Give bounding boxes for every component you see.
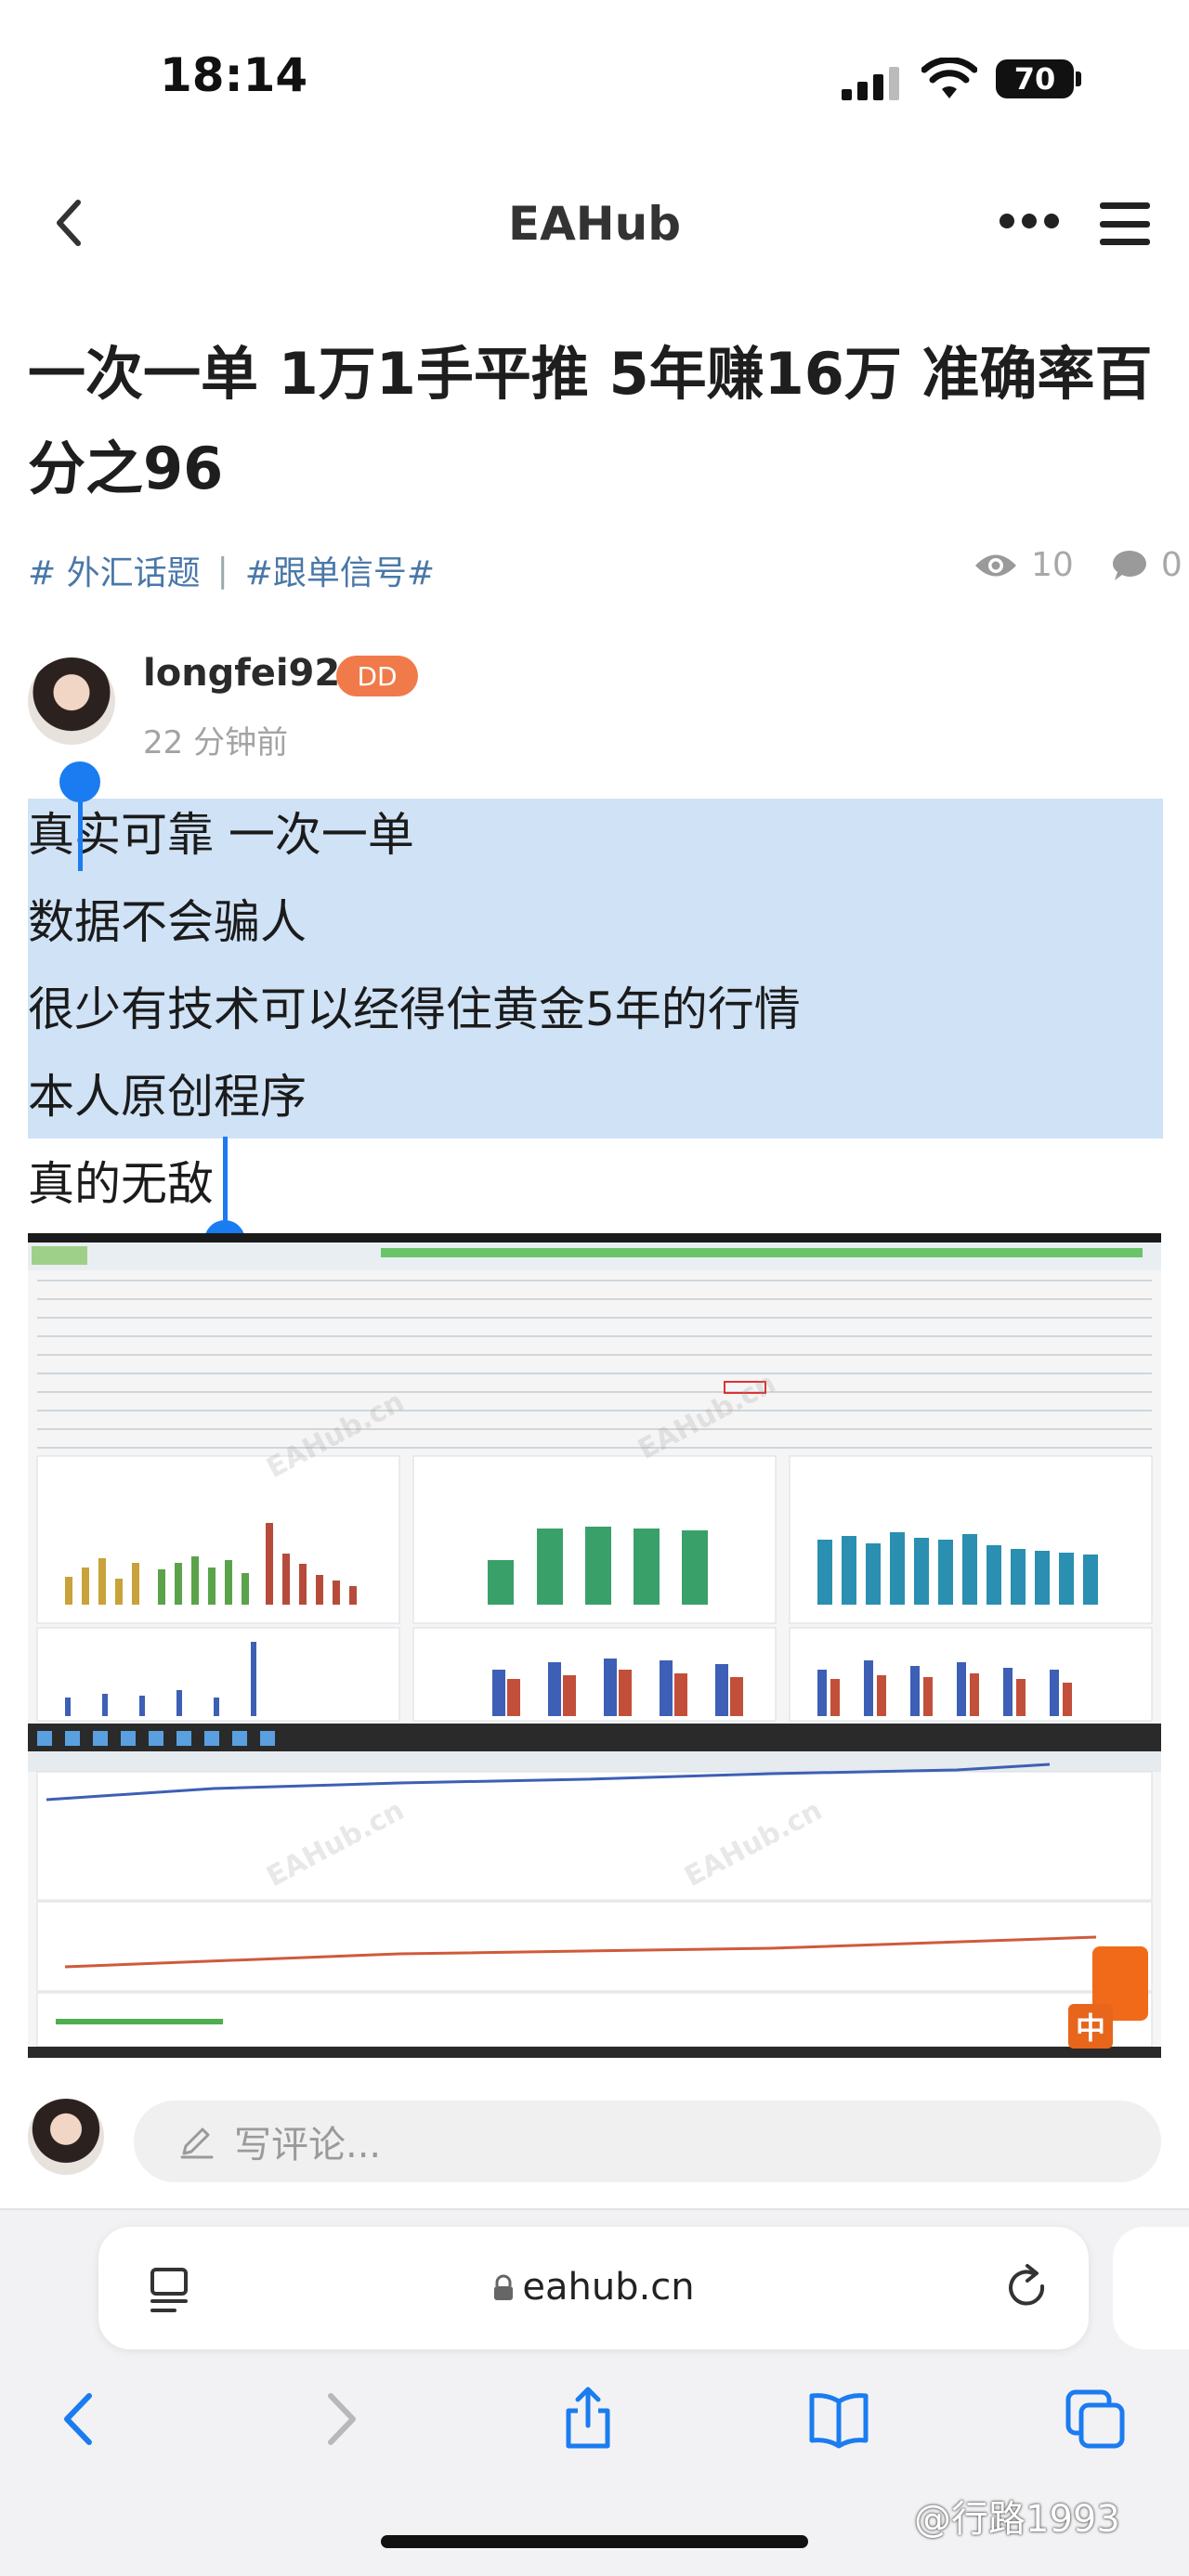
tag-list: # 外汇话题 | #跟单信号# [28, 546, 435, 594]
battery-icon: 70 [996, 59, 1074, 98]
post-time: 22 分钟前 [143, 724, 289, 761]
post-stats: 10 0 [973, 546, 1182, 584]
browser-forward-icon[interactable] [307, 2387, 372, 2452]
view-count: 10 [1031, 546, 1074, 584]
user-level-badge: DD [336, 656, 418, 696]
tabs-icon[interactable] [1063, 2387, 1128, 2452]
pencil-icon [180, 2127, 214, 2159]
url-display[interactable]: eahub.cn [98, 2266, 1089, 2309]
author-avatar[interactable] [28, 657, 115, 745]
comment-input[interactable]: 写评论... [134, 2101, 1161, 2182]
tag-link[interactable]: #跟单信号# [245, 546, 435, 594]
status-time: 18:14 [160, 48, 308, 102]
bookmarks-icon[interactable] [806, 2387, 871, 2452]
lock-icon [494, 2274, 514, 2300]
body-line: 真的无敌 [28, 1157, 214, 1211]
author-name[interactable]: longfei92 [143, 652, 340, 695]
body-line: 很少有技术可以经得住黄金5年的行情 [28, 982, 801, 1036]
selection-end-caret [223, 1137, 228, 1224]
report-screenshot-image[interactable]: EAHub.cn EAHub.cn EAHub.cn EAHub.cn 中 [28, 1233, 1161, 2058]
body-line: 真实可靠 一次一单 [28, 808, 414, 862]
browser-back-icon[interactable] [48, 2387, 113, 2452]
home-indicator[interactable] [381, 2535, 808, 2548]
post-title: 一次一单 1万1手平推 5年赚16万 准确率百分之96 [28, 340, 1153, 502]
cellular-signal-icon [842, 65, 899, 100]
comment-placeholder: 写评论... [234, 2124, 382, 2166]
ime-badge: 中 [1068, 2004, 1113, 2049]
eye-icon [975, 554, 1016, 576]
hamburger-menu-icon[interactable] [1100, 202, 1150, 245]
tag-link[interactable]: # 外汇话题 [28, 546, 201, 594]
next-tab-address-bar[interactable] [1113, 2227, 1189, 2349]
body-line: 数据不会骗人 [28, 895, 307, 949]
post-body[interactable]: 真实可靠 一次一单 数据不会骗人 很少有技术可以经得住黄金5年的行情 本人原创程… [28, 791, 801, 1228]
overlay-watermark: @行路1993 [914, 2498, 1120, 2541]
url-text: eahub.cn [522, 2266, 695, 2309]
battery-cap [1076, 72, 1081, 86]
current-user-avatar [28, 2099, 104, 2175]
comment-count: 0 [1160, 546, 1182, 584]
selection-start-caret [78, 795, 83, 871]
report-screenshot-graphic [28, 1233, 1161, 2058]
reload-icon[interactable] [1001, 2262, 1053, 2314]
comment-bubble-icon [1112, 550, 1146, 580]
share-icon[interactable] [555, 2387, 621, 2452]
wifi-icon [921, 58, 977, 98]
more-options-icon[interactable] [1000, 212, 1059, 230]
body-line: 本人原创程序 [28, 1070, 307, 1124]
tag-separator: | [216, 551, 229, 590]
